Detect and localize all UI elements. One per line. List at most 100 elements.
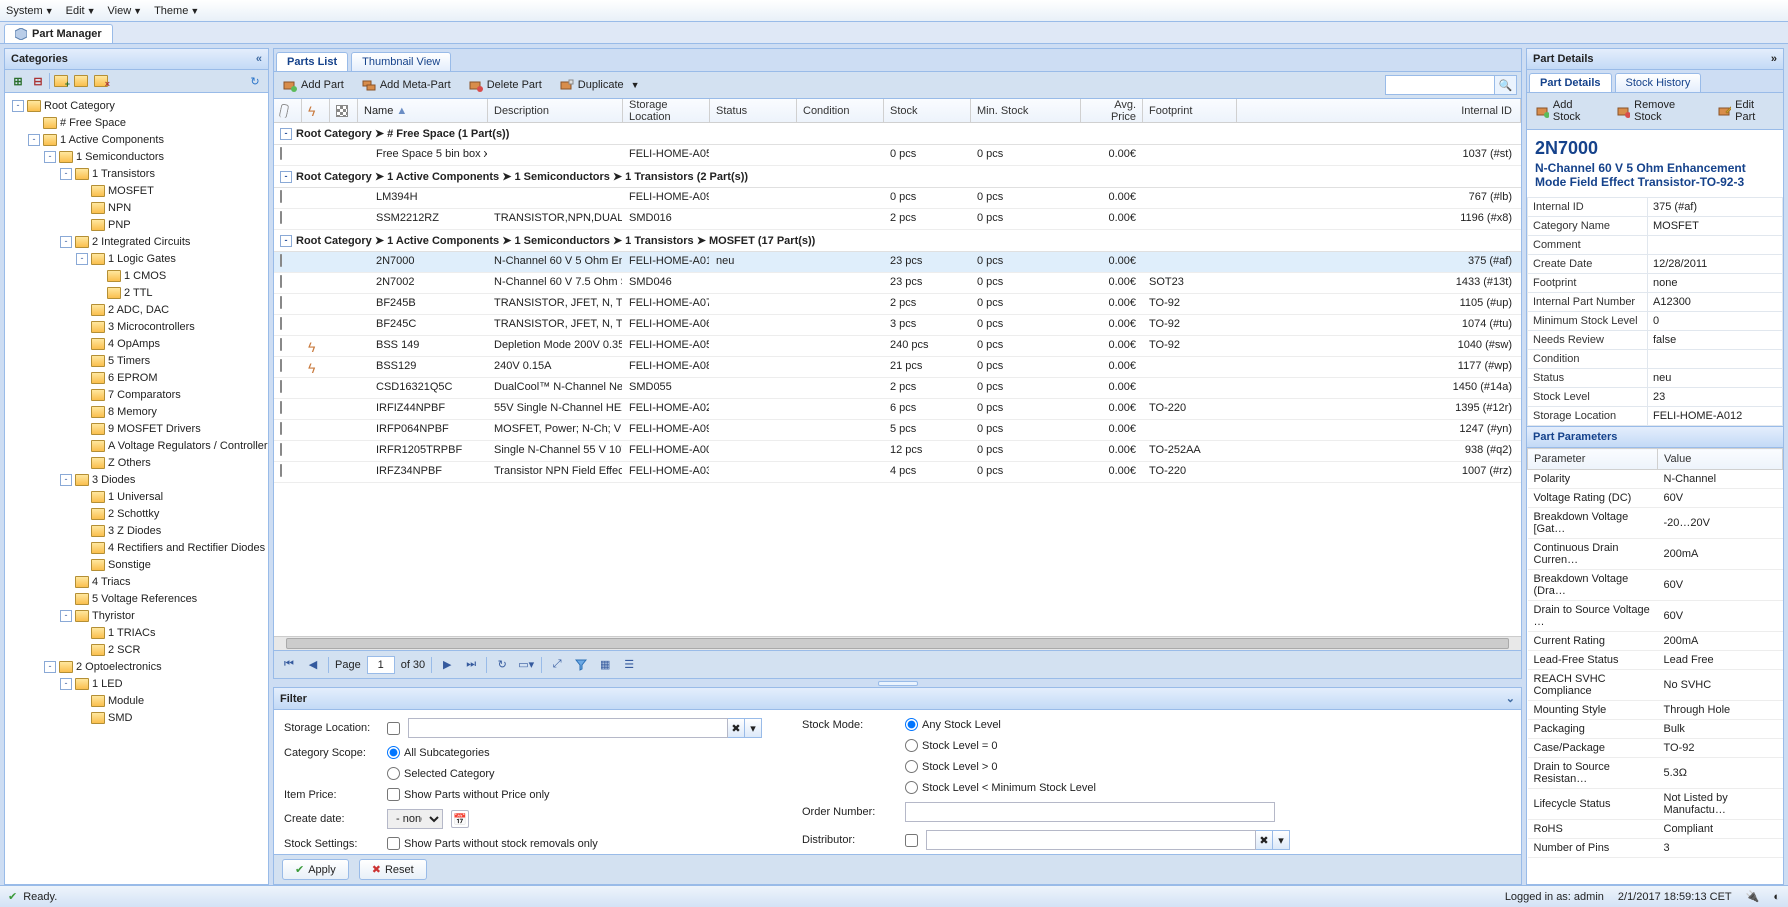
- dist-checkbox[interactable]: [905, 834, 918, 847]
- tree-node[interactable]: -3 Diodes: [9, 471, 264, 488]
- grid-row[interactable]: 2N7000N-Channel 60 V 5 Ohm En…FELI-HOME-…: [274, 252, 1521, 273]
- grid-row[interactable]: ϟBSS 149Depletion Mode 200V 0.35AFELI-HO…: [274, 336, 1521, 357]
- param-row[interactable]: Number of Pins3: [1528, 839, 1783, 858]
- tab-thumbnail-view[interactable]: Thumbnail View: [351, 52, 451, 71]
- param-row[interactable]: Lifecycle StatusNot Listed by Manufactu…: [1528, 789, 1783, 820]
- tree-node[interactable]: -2 Optoelectronics: [9, 658, 264, 675]
- group-row[interactable]: -Root Category ➤ 1 Active Components ➤ 1…: [274, 230, 1521, 252]
- tree-node[interactable]: Module: [9, 692, 264, 709]
- page-input[interactable]: [367, 656, 395, 674]
- col-condition[interactable]: Condition: [797, 99, 884, 122]
- col-name[interactable]: Name▲: [358, 99, 488, 122]
- tree-toggle-icon[interactable]: [60, 593, 72, 605]
- tree-node[interactable]: -1 Logic Gates: [9, 250, 264, 267]
- param-row[interactable]: Current Rating200mA: [1528, 632, 1783, 651]
- tree-toggle-icon[interactable]: [76, 389, 88, 401]
- tree-toggle-icon[interactable]: [76, 372, 88, 384]
- param-row[interactable]: Voltage Rating (DC)60V: [1528, 489, 1783, 508]
- tree-node[interactable]: 4 Triacs: [9, 573, 264, 590]
- h-scrollbar[interactable]: [274, 636, 1521, 650]
- param-col-name[interactable]: Parameter: [1528, 449, 1658, 470]
- sm-min-radio[interactable]: [905, 781, 918, 794]
- param-row[interactable]: REACH SVHC ComplianceNo SVHC: [1528, 670, 1783, 701]
- grid-row[interactable]: Free Space 5 bin box x3FELI-HOME-A0580 p…: [274, 145, 1521, 166]
- splitter[interactable]: [273, 679, 1522, 687]
- page-expand-icon[interactable]: ⤢: [548, 656, 566, 674]
- add-category-icon[interactable]: +: [52, 72, 70, 90]
- tree-node[interactable]: 4 Rectifiers and Rectifier Diodes: [9, 539, 264, 556]
- tree-toggle-icon[interactable]: [76, 338, 88, 350]
- param-row[interactable]: Case/PackageTO-92: [1528, 739, 1783, 758]
- col-stock[interactable]: Stock: [884, 99, 971, 122]
- collapse-all-icon[interactable]: ⊟: [29, 72, 47, 90]
- edit-category-icon[interactable]: [72, 72, 90, 90]
- tree-toggle-icon[interactable]: -: [76, 253, 88, 265]
- grid-row[interactable]: IRFR1205TRPBFSingle N-Channel 55 V 107…F…: [274, 441, 1521, 462]
- tree-node[interactable]: 3 Z Diodes: [9, 522, 264, 539]
- tree-node[interactable]: -1 Semiconductors: [9, 148, 264, 165]
- tree-node[interactable]: -1 Active Components: [9, 131, 264, 148]
- col-attach[interactable]: [274, 99, 302, 122]
- page-refresh-icon[interactable]: ↻: [493, 656, 511, 674]
- param-row[interactable]: Breakdown Voltage [Gat…-20…20V: [1528, 508, 1783, 539]
- tree-toggle-icon[interactable]: [28, 117, 40, 129]
- tree-toggle-icon[interactable]: -: [60, 678, 72, 690]
- tree-toggle-icon[interactable]: -: [44, 661, 56, 673]
- tree-toggle-icon[interactable]: [76, 219, 88, 231]
- grid-row[interactable]: BF245CTRANSISTOR, JFET, N, TO…FELI-HOME-…: [274, 315, 1521, 336]
- tree-toggle-icon[interactable]: -: [60, 168, 72, 180]
- page-next-icon[interactable]: ▶: [438, 656, 456, 674]
- tree-node[interactable]: 2 TTL: [9, 284, 264, 301]
- status-theme-icon[interactable]: ◐: [1773, 891, 1780, 903]
- group-toggle-icon[interactable]: -: [280, 128, 292, 140]
- tree-toggle-icon[interactable]: -: [28, 134, 40, 146]
- edit-part-button[interactable]: Edit Part: [1713, 96, 1779, 126]
- tree-toggle-icon[interactable]: [76, 627, 88, 639]
- tree-toggle-icon[interactable]: [76, 423, 88, 435]
- tree-toggle-icon[interactable]: -: [12, 100, 24, 112]
- group-toggle-icon[interactable]: -: [280, 171, 292, 183]
- storage-input[interactable]: [408, 718, 728, 738]
- tree-node[interactable]: 9 MOSFET Drivers: [9, 420, 264, 437]
- stockset-checkbox[interactable]: [387, 837, 400, 850]
- col-checker[interactable]: [330, 99, 358, 122]
- tree-node[interactable]: Sonstige: [9, 556, 264, 573]
- grid-row[interactable]: ϟBSS129240V 0.15AFELI-HOME-A08521 pcs0 p…: [274, 357, 1521, 378]
- createdate-select[interactable]: - none -: [387, 809, 443, 829]
- param-row[interactable]: Continuous Drain Curren…200mA: [1528, 539, 1783, 570]
- grid-row[interactable]: IRFZ34NPBFTransistor NPN Field Effect…FE…: [274, 462, 1521, 483]
- tree-node[interactable]: 8 Memory: [9, 403, 264, 420]
- tree-node[interactable]: -1 Transistors: [9, 165, 264, 182]
- grid-row[interactable]: BF245BTRANSISTOR, JFET, N, TO…FELI-HOME-…: [274, 294, 1521, 315]
- col-description[interactable]: Description: [488, 99, 623, 122]
- tree-node[interactable]: 2 Schottky: [9, 505, 264, 522]
- tree-toggle-icon[interactable]: [76, 406, 88, 418]
- page-tool1-icon[interactable]: ▭▾: [517, 656, 535, 674]
- tree-toggle-icon[interactable]: [76, 304, 88, 316]
- tree-toggle-icon[interactable]: [76, 712, 88, 724]
- page-export-icon[interactable]: ▦: [596, 656, 614, 674]
- tree-node[interactable]: 3 Microcontrollers: [9, 318, 264, 335]
- grid-row[interactable]: LM394HFELI-HOME-A0940 pcs0 pcs0.00€767 (…: [274, 188, 1521, 209]
- collapse-sidebar-icon[interactable]: «: [256, 53, 262, 65]
- tree-toggle-icon[interactable]: [76, 321, 88, 333]
- tree-toggle-icon[interactable]: -: [60, 474, 72, 486]
- tree-toggle-icon[interactable]: [76, 508, 88, 520]
- tree-toggle-icon[interactable]: -: [60, 236, 72, 248]
- param-row[interactable]: Drain to Source Voltage …60V: [1528, 601, 1783, 632]
- tab-part-details[interactable]: Part Details: [1529, 73, 1612, 92]
- tree-node[interactable]: 5 Timers: [9, 352, 264, 369]
- param-row[interactable]: RoHSCompliant: [1528, 820, 1783, 839]
- grid-body[interactable]: -Root Category ➤ # Free Space (1 Part(s)…: [274, 123, 1521, 636]
- group-toggle-icon[interactable]: -: [280, 235, 292, 247]
- tree-node[interactable]: 1 TRIACs: [9, 624, 264, 641]
- scope-all-radio[interactable]: [387, 746, 400, 759]
- tree-node[interactable]: A Voltage Regulators / Controllers: [9, 437, 264, 454]
- group-row[interactable]: -Root Category ➤ # Free Space (1 Part(s)…: [274, 123, 1521, 145]
- grid-row[interactable]: 2N7002N-Channel 60 V 7.5 Ohm S…SMD04623 …: [274, 273, 1521, 294]
- param-row[interactable]: Mounting StyleThrough Hole: [1528, 701, 1783, 720]
- menu-system[interactable]: System▼: [6, 5, 54, 17]
- tree-toggle-icon[interactable]: [76, 457, 88, 469]
- tree-node[interactable]: SMD: [9, 709, 264, 726]
- tree-toggle-icon[interactable]: [76, 559, 88, 571]
